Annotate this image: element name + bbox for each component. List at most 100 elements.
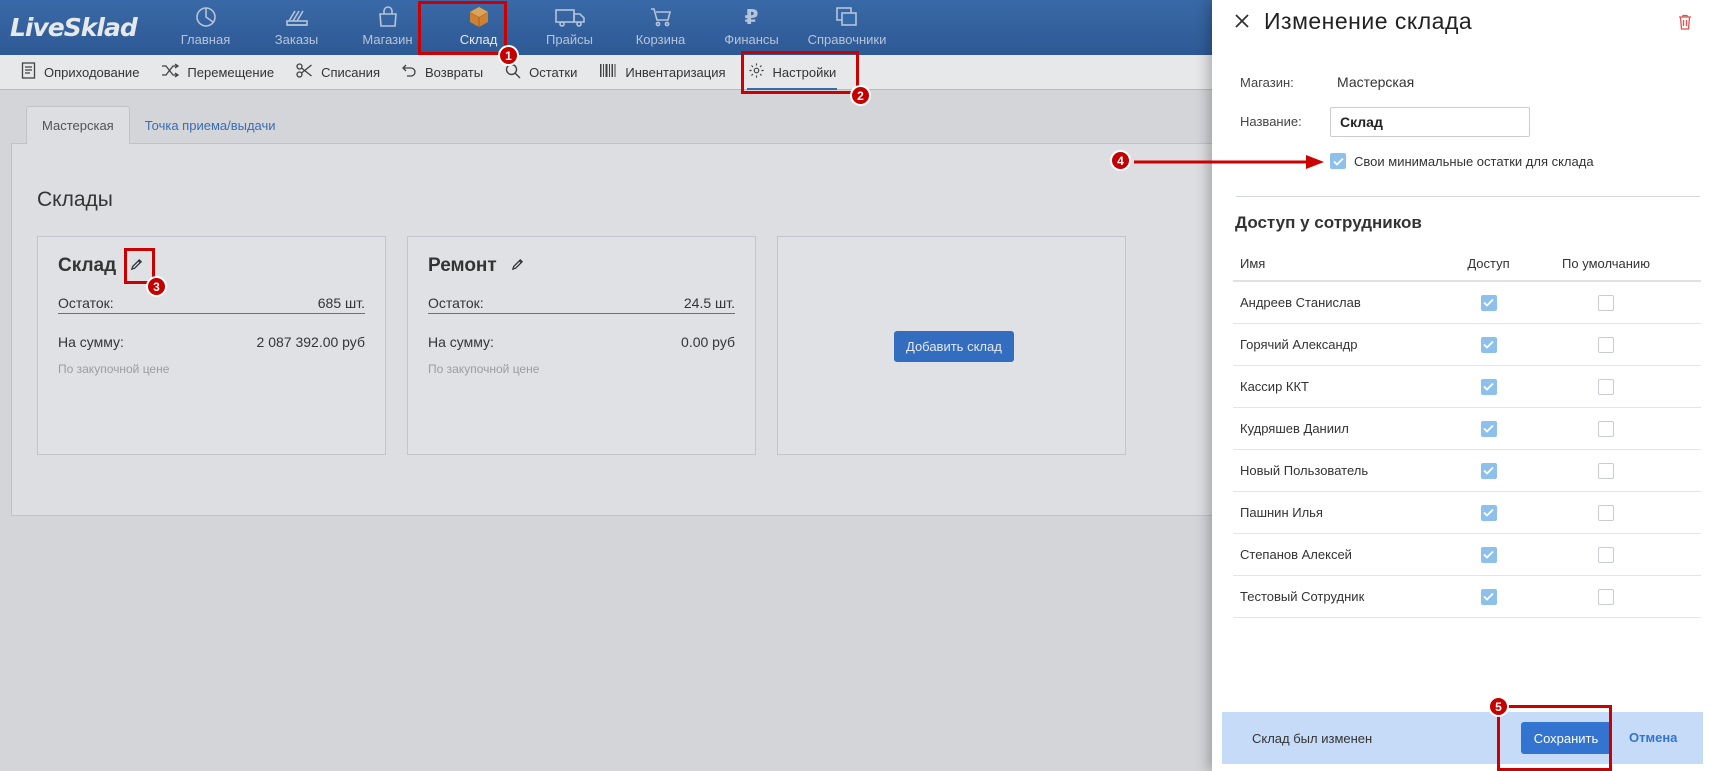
step-badge: 1 [498,45,519,66]
shop-label: Магазин: [1240,75,1294,90]
drawer-footer: Склад был изменен Сохранить Отмена [1222,712,1703,764]
warehouse-name: Ремонт [428,255,497,276]
status-message: Склад был изменен [1252,730,1373,746]
access-checkbox[interactable] [1480,546,1497,563]
nav-item-directories[interactable]: Справочники [797,0,897,55]
table-row: Тестовый Сотрудник [1233,576,1701,618]
nav-item-label: Финансы [724,32,779,47]
access-cell [1451,420,1526,437]
cart-icon [649,4,673,30]
access-title: Доступ у сотрудников [1235,213,1422,232]
shuffle-icon [161,63,180,81]
employee-name: Кассир ККТ [1240,379,1309,394]
step-badge: 5 [1488,696,1509,717]
default-cell [1526,378,1686,395]
access-checkbox[interactable] [1480,294,1497,311]
nav-item-label: Магазин [362,32,413,47]
pencil-icon[interactable] [511,255,524,277]
warehouse-name-input[interactable] [1330,107,1530,137]
stock-row: Остаток: 24.5 шт. [428,295,735,314]
table-row: Андреев Станислав [1233,282,1701,324]
cancel-button[interactable]: Отмена [1629,730,1677,745]
default-checkbox[interactable] [1598,336,1614,353]
default-checkbox[interactable] [1598,378,1614,395]
access-cell [1451,336,1526,353]
main-content: Склады Склад Остаток: 685 шт. На сумму: … [0,90,1212,771]
table-body: Андреев Станислав Горячий Александр Кассир… [1233,282,1701,618]
tab-pickup-point[interactable]: Точка приема/выдачи [130,106,291,144]
stock-label: Остаток: [428,295,484,311]
min-stock-option[interactable]: Свои минимальные остатки для склада [1330,153,1594,169]
nav-item-cart[interactable]: Корзина [615,0,706,55]
step-badge: 2 [850,85,871,106]
nav-item-home[interactable]: Главная [160,0,251,55]
subnav-item-receipt[interactable]: Оприходование [10,55,150,90]
nav-item-finance[interactable]: ₽ Финансы [706,0,797,55]
default-checkbox[interactable] [1598,588,1614,605]
sum-label: На сумму: [58,334,124,350]
table-row: Пашнин Илья [1233,492,1701,534]
access-checkbox[interactable] [1480,504,1497,521]
default-checkbox[interactable] [1598,462,1614,479]
price-hint: По закупочной цене [58,362,170,376]
access-checkbox[interactable] [1480,420,1497,437]
app-logo[interactable]: LiveSklad [0,0,160,55]
tab-workshop[interactable]: Мастерская [26,106,130,144]
price-hint: По закупочной цене [428,362,540,376]
nav-item-label: Прайсы [546,32,593,47]
table-row: Кудряшев Даниил [1233,408,1701,450]
subnav-item-returns[interactable]: Возвраты [391,55,494,90]
ruble-icon: ₽ [744,6,759,29]
subnav-label: Оприходование [44,64,140,80]
access-cell [1451,462,1526,479]
default-cell [1526,294,1686,311]
nav-item-label: Корзина [635,32,686,47]
employee-name: Андреев Станислав [1240,295,1361,310]
sum-label: На сумму: [428,334,494,350]
add-warehouse-button[interactable]: Добавить склад [894,331,1014,362]
access-cell [1451,588,1526,605]
default-checkbox[interactable] [1598,504,1614,521]
default-cell [1526,546,1686,563]
default-checkbox[interactable] [1598,294,1614,311]
subnav-item-inventory[interactable]: Инвентаризация [588,55,736,90]
employee-name: Тестовый Сотрудник [1240,589,1365,604]
access-checkbox[interactable] [1480,336,1497,353]
nav-item-orders[interactable]: Заказы [251,0,342,55]
default-cell [1526,504,1686,521]
subnav-item-writeoffs[interactable]: Списания [285,55,391,90]
step-badge: 3 [146,276,167,297]
highlight-box [418,1,507,55]
employee-name: Степанов Алексей [1240,547,1352,562]
scissors-icon [296,63,313,81]
subnav-label: Инвентаризация [625,64,726,80]
return-icon [402,63,417,81]
nav-item-prices[interactable]: Прайсы [524,0,615,55]
access-checkbox[interactable] [1480,588,1497,605]
shop-value: Мастерская [1337,74,1415,90]
access-cell [1451,504,1526,521]
employee-name: Горячий Александр [1240,337,1358,352]
table-header: Имя Доступ По умолчанию [1233,246,1701,282]
default-cell [1526,588,1686,605]
default-checkbox[interactable] [1598,546,1614,563]
access-checkbox[interactable] [1480,378,1497,395]
drawer-title: Изменение склада [1264,8,1473,34]
trash-icon[interactable] [1678,14,1692,35]
table-row: Горячий Александр [1233,324,1701,366]
access-cell [1451,294,1526,311]
default-checkbox[interactable] [1598,420,1614,437]
highlight-box [741,51,859,94]
subnav-item-transfer[interactable]: Перемещение [150,55,285,90]
subnav-label: Возвраты [424,64,484,80]
orders-stack-icon [284,4,310,30]
default-cell [1526,420,1686,437]
min-stock-checkbox[interactable] [1330,153,1346,169]
close-icon[interactable] [1234,13,1250,34]
stock-value: 685 шт. [317,295,365,311]
default-cell [1526,336,1686,353]
access-checkbox[interactable] [1480,462,1497,479]
step-badge: 4 [1110,150,1131,171]
edit-warehouse-drawer: Изменение склада Магазин: Мастерская Наз… [1212,0,1710,771]
stock-label: Остаток: [58,295,114,311]
